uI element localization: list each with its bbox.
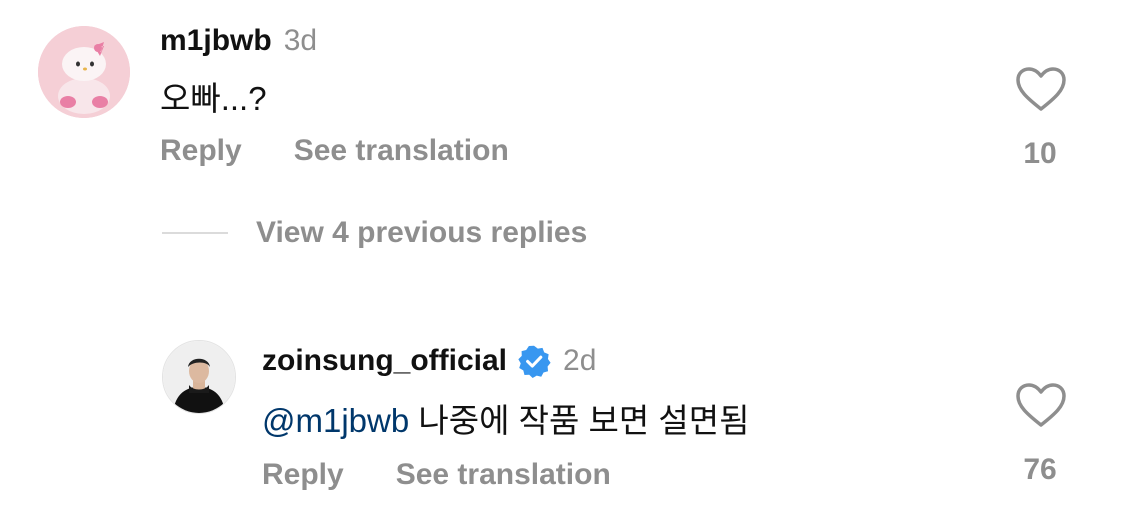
reply-text: @m1jbwb 나중에 작품 보면 설면됨 <box>262 394 750 442</box>
reply-button[interactable]: Reply <box>160 134 242 168</box>
like-count: 10 <box>1023 137 1057 170</box>
reply-header: zoinsung_official 2d <box>262 344 596 378</box>
profile-photo-avatar-image <box>163 341 235 413</box>
comment-header: m1jbwb 3d <box>160 24 317 58</box>
like-count: 76 <box>1023 453 1057 486</box>
timestamp: 3d <box>283 24 318 57</box>
heart-icon[interactable] <box>1015 382 1067 428</box>
verified-badge-icon <box>517 344 551 378</box>
mention-link[interactable]: @m1jbwb <box>262 402 409 439</box>
username[interactable]: m1jbwb <box>160 24 272 58</box>
divider-line <box>162 232 228 234</box>
heart-icon[interactable] <box>1015 66 1067 112</box>
see-translation-button[interactable]: See translation <box>294 134 509 168</box>
hello-kitty-avatar-image <box>38 26 130 118</box>
timestamp: 2d <box>563 344 597 377</box>
comment-actions: Reply See translation <box>160 134 509 168</box>
reply-actions: Reply See translation <box>262 458 611 492</box>
view-previous-replies-button[interactable]: View 4 previous replies <box>162 216 587 250</box>
reply-button[interactable]: Reply <box>262 458 344 492</box>
comment-text: 오빠...? <box>160 80 267 117</box>
like-button[interactable] <box>1011 382 1071 428</box>
reply-message: 나중에 작품 보면 설면됨 <box>418 402 750 439</box>
avatar[interactable] <box>162 340 236 414</box>
see-translation-button[interactable]: See translation <box>396 458 611 492</box>
view-replies-label: View 4 previous replies <box>256 216 588 249</box>
like-button[interactable] <box>1011 66 1071 112</box>
username[interactable]: zoinsung_official <box>262 344 507 378</box>
avatar[interactable] <box>38 26 130 118</box>
